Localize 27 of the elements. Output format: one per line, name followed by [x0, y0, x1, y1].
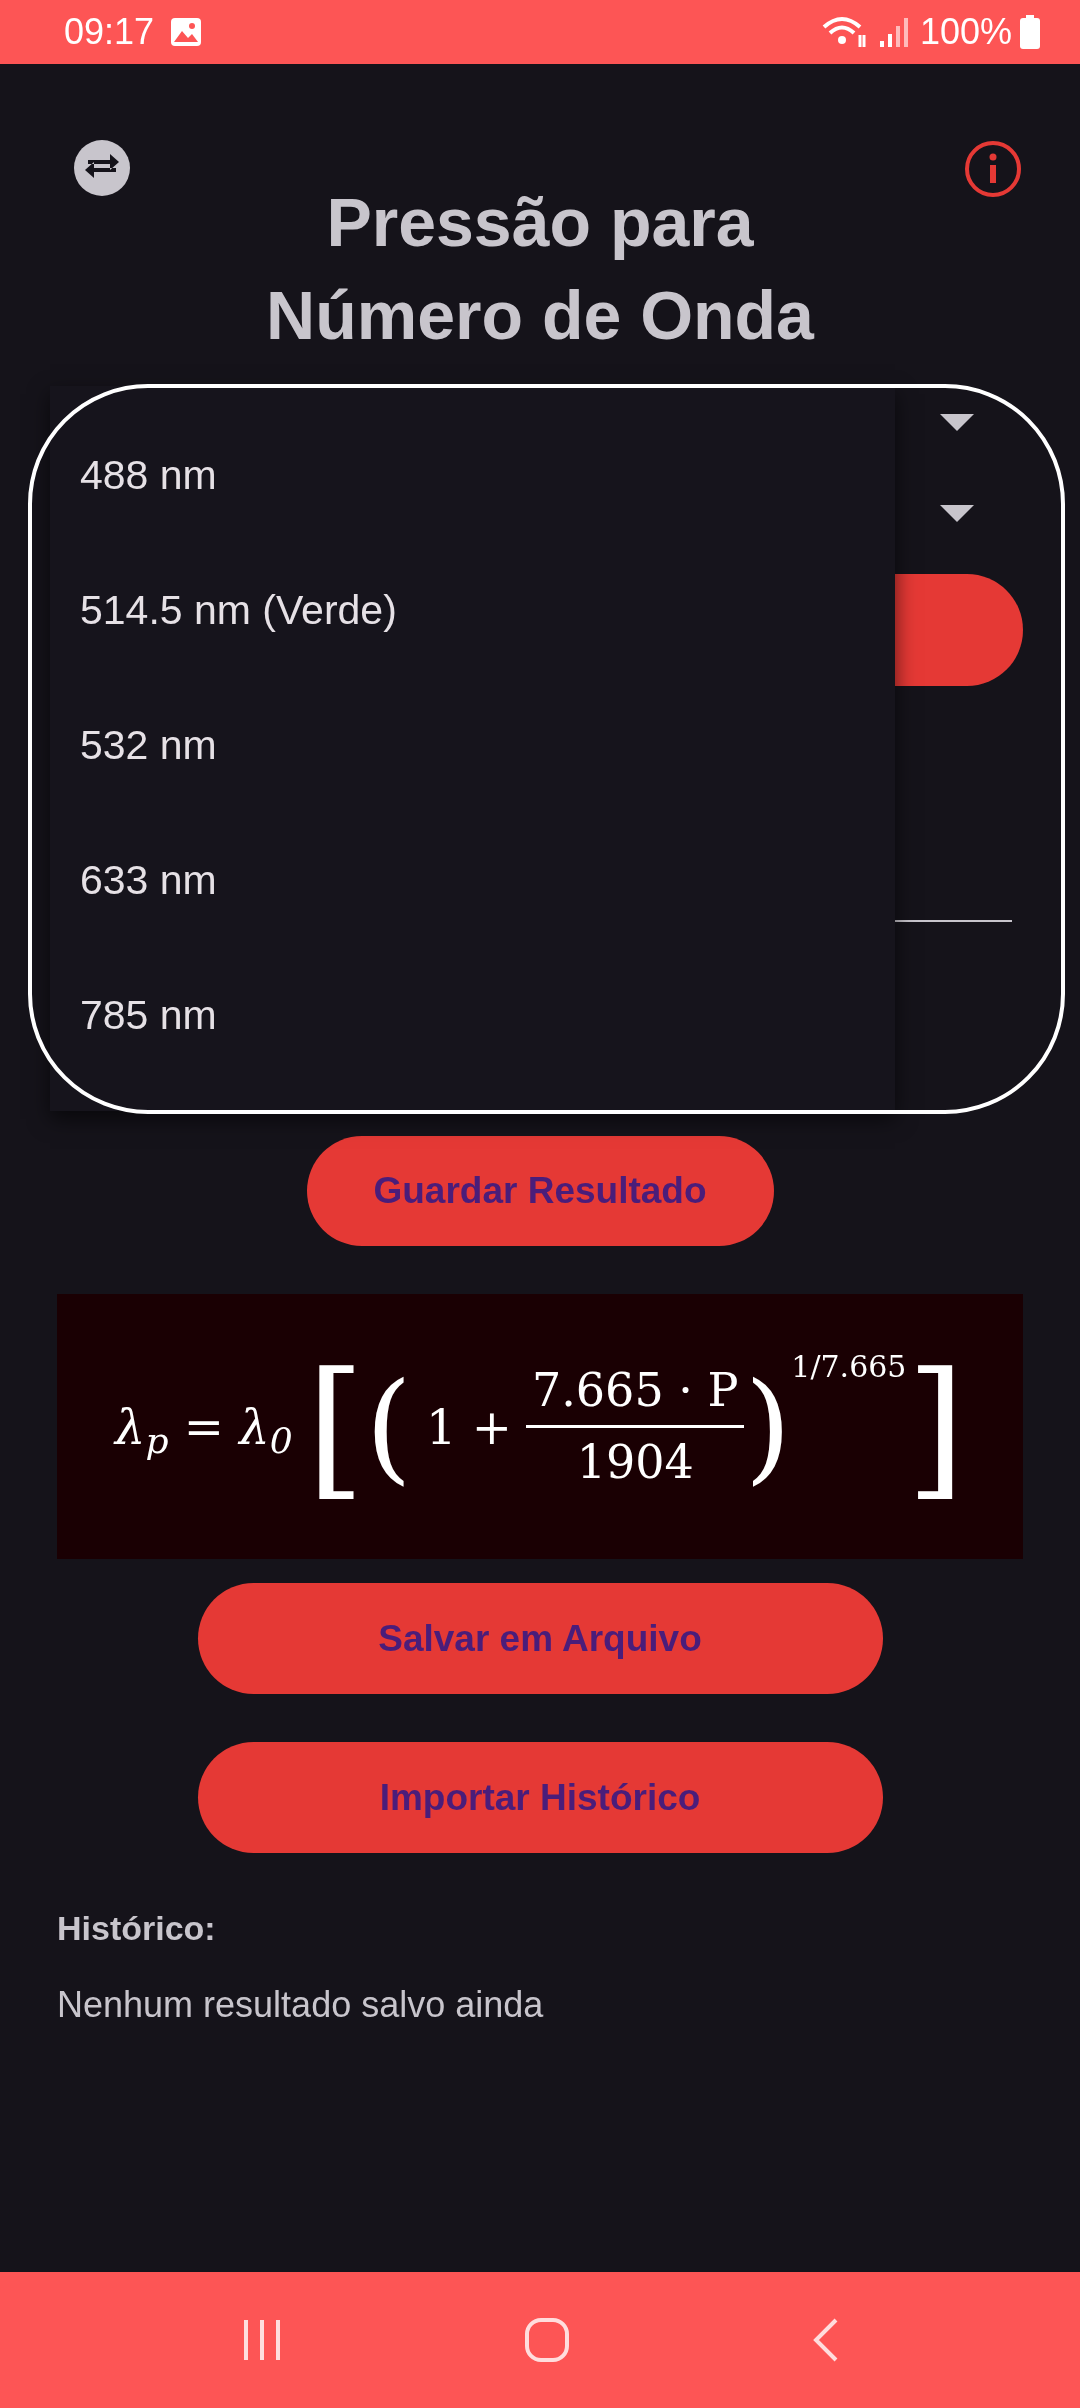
- denominator: 1904: [576, 1434, 694, 1491]
- title-text: Número de Onda: [266, 276, 814, 355]
- numerator: 7.665 · P: [525, 1356, 745, 1428]
- exponent: 1/7.665: [791, 1348, 907, 1386]
- info-icon[interactable]: [964, 140, 1022, 198]
- dropdown-arrow-icon[interactable]: [940, 414, 974, 431]
- title-text: Pressão para: [326, 183, 754, 262]
- battery-icon: [1020, 15, 1040, 49]
- parenthesis: ): [744, 1366, 792, 1487]
- swap-icon[interactable]: [74, 140, 130, 196]
- image-icon: [170, 17, 203, 47]
- history-heading: Histórico:: [57, 1908, 217, 1949]
- menu-item[interactable]: 532 nm: [50, 678, 895, 813]
- bracket: [: [306, 1351, 366, 1502]
- menu-item[interactable]: 633 nm: [50, 813, 895, 948]
- menu-item[interactable]: 514.5 nm (Verde): [50, 543, 895, 678]
- formula-lhs: λ$_{p}$ = λ$_{0}$: [115, 1397, 293, 1463]
- status-time: 09:17: [64, 10, 155, 54]
- history-empty-text: Nenhum resultado salvo ainda: [57, 1983, 545, 2027]
- home-icon[interactable]: [524, 2317, 570, 2363]
- dropdown-arrow-icon[interactable]: [940, 505, 974, 522]
- battery-percent: 100%: [919, 10, 1012, 54]
- menu-item[interactable]: 488 nm: [50, 408, 895, 543]
- formula-term: 1 +: [425, 1397, 512, 1457]
- bracket: ]: [906, 1351, 965, 1502]
- parenthesis: (: [365, 1366, 412, 1487]
- menu-item[interactable]: 785 nm: [50, 948, 895, 1083]
